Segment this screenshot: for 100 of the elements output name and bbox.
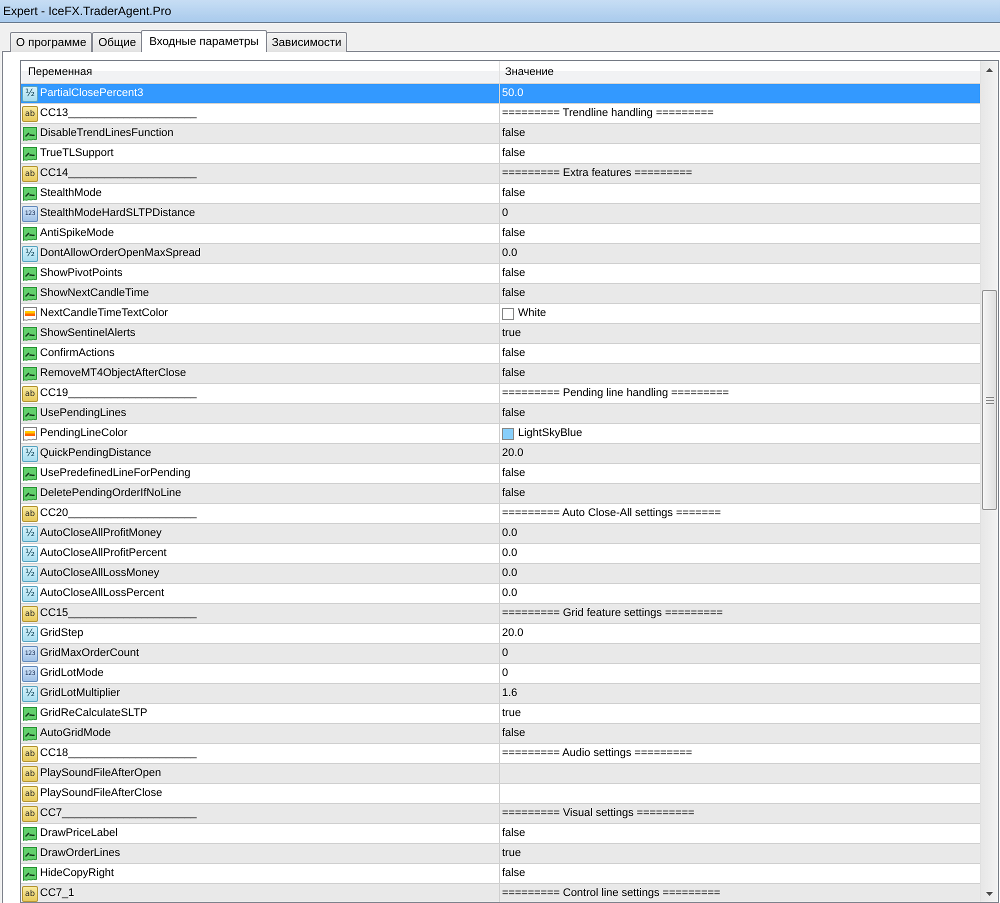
parameter-value: ========= Auto Close-All settings ======= [502, 507, 721, 520]
parameter-value: false [502, 127, 526, 140]
parameter-name: DisableTrendLinesFunction [40, 127, 174, 140]
parameter-row[interactable]: RemoveMT4ObjectAfterClose false [21, 364, 980, 384]
parameter-name: GridLotMultiplier [40, 687, 120, 700]
text-tile-icon: ab [22, 886, 38, 902]
parameter-name: NextCandleTimeTextColor [40, 307, 168, 320]
parameter-row[interactable]: ab CC19_____________________ ========= Pending line handling ========= [21, 384, 980, 404]
parameter-value: false [502, 487, 526, 500]
parameter-row[interactable]: UsePendingLines false [21, 404, 980, 424]
parameter-value: LightSkyBlue [518, 427, 582, 440]
zigzag-tile-icon [22, 346, 38, 362]
parameter-row[interactable]: ab PlaySoundFileAfterClose [21, 784, 980, 804]
tab[interactable]: Входные параметры [141, 30, 267, 52]
parameter-value: false [502, 227, 526, 240]
parameter-row[interactable]: ab CC15_____________________ ========= Grid feature settings ========= [21, 604, 980, 624]
parameter-row[interactable]: ½ PartialClosePercent3 50.0 [21, 84, 980, 104]
parameter-value: 0.0 [502, 527, 518, 540]
parameter-name: PlaySoundFileAfterClose [40, 787, 162, 800]
parameter-value: false [502, 407, 526, 420]
parameter-row[interactable]: ½ AutoCloseAllProfitPercent 0.0 [21, 544, 980, 564]
fraction-tile-icon: ½ [22, 546, 38, 562]
parameter-value: 50.0 [502, 87, 524, 100]
parameter-row[interactable]: NextCandleTimeTextColor White [21, 304, 980, 324]
parameter-row[interactable]: AntiSpikeMode false [21, 224, 980, 244]
tab[interactable]: О программе [10, 32, 92, 52]
scrollbar-thumb[interactable] [982, 290, 997, 510]
zigzag-tile-icon [22, 286, 38, 302]
parameter-name: RemoveMT4ObjectAfterClose [40, 367, 186, 380]
parameter-value: 1.6 [502, 687, 518, 700]
zigzag-tile-icon [22, 366, 38, 382]
fraction-tile-icon: ½ [22, 446, 38, 462]
color-bar-icon [22, 426, 38, 442]
zigzag-tile-icon [22, 466, 38, 482]
parameter-name: HideCopyRight [40, 867, 114, 880]
parameter-row[interactable]: ab CC14_____________________ ========= Extra features ========= [21, 164, 980, 184]
parameter-name: ShowSentinelAlerts [40, 327, 136, 340]
zigzag-tile-icon [22, 266, 38, 282]
parameter-row[interactable]: StealthMode false [21, 184, 980, 204]
parameter-name: CC7_1 [40, 887, 74, 900]
parameter-row[interactable]: GridReCalculateSLTP true [21, 704, 980, 724]
parameter-row[interactable]: DisableTrendLinesFunction false [21, 124, 980, 144]
parameter-name: AutoCloseAllProfitPercent [40, 547, 167, 560]
parameter-name: CC7______________________ [40, 807, 197, 820]
parameter-row[interactable]: HideCopyRight false [21, 864, 980, 884]
parameter-row[interactable]: ab CC7_1 ========= Control line settings ========= [21, 884, 980, 902]
parameter-name: StealthMode [40, 187, 102, 200]
scroll-up-arrow-icon[interactable] [986, 68, 993, 72]
parameter-value: ========= Visual settings ========= [502, 807, 694, 820]
parameter-name: GridStep [40, 627, 84, 640]
tab[interactable]: Общие [92, 32, 142, 52]
tab[interactable]: Зависимости [266, 32, 348, 52]
parameter-value: false [502, 147, 526, 160]
parameter-row[interactable]: ShowSentinelAlerts true [21, 324, 980, 344]
parameter-row[interactable]: UsePredefinedLineForPending false [21, 464, 980, 484]
parameter-row[interactable]: ShowNextCandleTime false [21, 284, 980, 304]
parameter-value: ========= Pending line handling ========= [502, 387, 729, 400]
parameter-row[interactable]: ½ GridStep 20.0 [21, 624, 980, 644]
parameter-row[interactable]: ab CC7______________________ ========= Visual settings ========= [21, 804, 980, 824]
parameter-value: 0.0 [502, 567, 518, 580]
fraction-tile-icon: ½ [22, 566, 38, 582]
parameter-row[interactable]: AutoGridMode false [21, 724, 980, 744]
parameter-row[interactable]: ab PlaySoundFileAfterOpen [21, 764, 980, 784]
parameter-row[interactable]: PendingLineColor LightSkyBlue [21, 424, 980, 444]
parameter-row[interactable]: DrawPriceLabel false [21, 824, 980, 844]
parameter-row[interactable]: ConfirmActions false [21, 344, 980, 364]
parameter-row[interactable]: ½ DontAllowOrderOpenMaxSpread 0.0 [21, 244, 980, 264]
parameter-row[interactable]: TrueTLSupport false [21, 144, 980, 164]
scroll-down-arrow-icon[interactable] [986, 892, 993, 896]
parameter-row[interactable]: ½ AutoCloseAllLossPercent 0.0 [21, 584, 980, 604]
parameter-name: CC18_____________________ [40, 747, 197, 760]
parameter-name: AntiSpikeMode [40, 227, 114, 240]
parameter-name: AutoCloseAllProfitMoney [40, 527, 162, 540]
parameter-row[interactable]: ½ GridLotMultiplier 1.6 [21, 684, 980, 704]
zigzag-tile-icon [22, 486, 38, 502]
parameter-name: CC19_____________________ [40, 387, 197, 400]
parameter-row[interactable]: ab CC20_____________________ ========= Auto Close-All settings ======= [21, 504, 980, 524]
fraction-tile-icon: ½ [22, 586, 38, 602]
text-tile-icon: ab [22, 806, 38, 822]
parameter-name: CC14_____________________ [40, 167, 197, 180]
parameter-row[interactable]: ab CC13_____________________ ========= Trendline handling ========= [21, 104, 980, 124]
column-header[interactable]: Переменная [21, 61, 500, 83]
parameter-value: ========= Grid feature settings ========= [502, 607, 723, 620]
parameter-row[interactable]: ½ QuickPendingDistance 20.0 [21, 444, 980, 464]
scrollbar[interactable] [980, 61, 998, 902]
parameter-value: true [502, 707, 521, 720]
text-tile-icon: ab [22, 106, 38, 122]
parameter-row[interactable]: ab CC18_____________________ ========= Audio settings ========= [21, 744, 980, 764]
color-bar-icon [22, 306, 38, 322]
parameter-name: PlaySoundFileAfterOpen [40, 767, 162, 780]
parameter-row[interactable]: DrawOrderLines true [21, 844, 980, 864]
parameter-row[interactable]: ½ AutoCloseAllProfitMoney 0.0 [21, 524, 980, 544]
parameter-row[interactable]: DeletePendingOrderIfNoLine false [21, 484, 980, 504]
window-title: Expert - IceFX.TraderAgent.Pro [3, 4, 172, 18]
text-tile-icon: ab [22, 746, 38, 762]
zigzag-tile-icon [22, 406, 38, 422]
parameter-name: GridMaxOrderCount [40, 647, 140, 660]
parameter-value: false [502, 187, 526, 200]
parameter-row[interactable]: ShowPivotPoints false [21, 264, 980, 284]
parameter-row[interactable]: ½ AutoCloseAllLossMoney 0.0 [21, 564, 980, 584]
